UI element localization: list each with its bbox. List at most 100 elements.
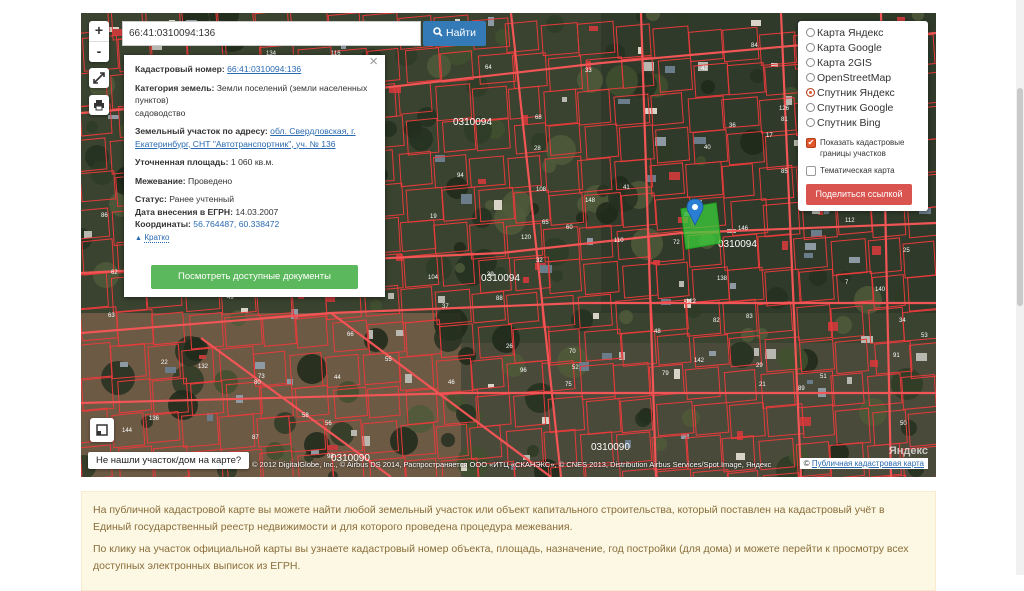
layer-option-label: Карта Google xyxy=(817,42,882,54)
fullscreen-button[interactable] xyxy=(89,68,109,88)
plot-number: 34 xyxy=(899,318,906,324)
building-roof xyxy=(786,96,792,105)
plot-number: 72 xyxy=(673,240,680,246)
plot-number: 132 xyxy=(198,364,209,370)
building-roof xyxy=(730,283,736,289)
building-roof xyxy=(849,257,860,263)
district-label: 0310094 xyxy=(718,239,757,250)
plot-number: 70 xyxy=(569,349,576,355)
building-roof xyxy=(645,108,657,114)
category-label: Категория земель: xyxy=(135,83,214,93)
share-link-button[interactable]: Поделиться ссылкой xyxy=(806,184,912,205)
plot-number: 83 xyxy=(746,314,753,320)
plot-number: 94 xyxy=(457,173,464,179)
layer-radio[interactable] xyxy=(806,88,815,97)
cadastral-number-link[interactable]: 66:41:0310094:136 xyxy=(227,64,301,74)
layer-option[interactable]: Спутник Bing xyxy=(806,115,920,130)
layer-option[interactable]: Карта 2GIS xyxy=(806,55,920,70)
layers-toggle-button[interactable] xyxy=(90,418,114,442)
tree-canopy xyxy=(502,190,532,220)
attribution: © Публичная кадастровая карта xyxy=(800,458,928,469)
close-icon[interactable]: × xyxy=(369,56,378,69)
show-borders-checkbox-row[interactable]: ✔ Показать кадастровые границы участков xyxy=(806,137,920,159)
plot-number: 68 xyxy=(535,115,542,121)
cadastral-number-row: Кадастровый номер: 66:41:0310094:136 xyxy=(135,63,374,76)
search-button[interactable]: Найти xyxy=(423,21,486,46)
plot-number: 28 xyxy=(534,146,541,152)
collapse-toggle[interactable]: ▲ Кратко xyxy=(135,231,374,246)
collapse-link[interactable]: Кратко xyxy=(144,233,169,243)
layer-radio[interactable] xyxy=(806,43,815,52)
plot-number: 82 xyxy=(713,318,720,324)
coordinates-value[interactable]: 56.764487, 60.338472 xyxy=(193,219,279,229)
address-label: Земельный участок по адресу: xyxy=(135,126,268,136)
district-label: 0310090 xyxy=(591,442,630,453)
attribution-prefix: © xyxy=(804,459,810,468)
zoom-out-button[interactable]: - xyxy=(89,41,109,62)
tree-canopy xyxy=(750,69,764,83)
plot-number: 55 xyxy=(385,357,392,363)
building-roof xyxy=(694,137,706,144)
layer-option-label: Спутник Bing xyxy=(817,117,881,129)
building-roof xyxy=(562,97,567,102)
view-documents-button[interactable]: Посмотреть доступные документы xyxy=(151,265,358,289)
egrn-date-row: Дата внесения в ЕГРН: 14.03.2007 xyxy=(135,206,374,219)
thematic-checkbox-row[interactable]: Тематическая карта xyxy=(806,165,920,176)
building-roof xyxy=(108,115,119,119)
tree-canopy xyxy=(485,200,495,210)
building-roof xyxy=(405,374,412,383)
plot-number: 36 xyxy=(729,123,736,129)
page-scrollbar[interactable] xyxy=(1016,0,1024,575)
layer-radio[interactable] xyxy=(806,103,815,112)
scrollbar-thumb[interactable] xyxy=(1017,88,1023,306)
plot-number: 37 xyxy=(442,304,449,310)
building-roof xyxy=(737,431,743,440)
area-row: Уточненная площадь: 1 060 кв.м. xyxy=(135,156,374,169)
building-roof xyxy=(199,355,206,359)
not-found-button[interactable]: Не нашли участок/дом на карте? xyxy=(88,452,249,469)
notice-paragraph-2: По клику на участок официальной карты вы… xyxy=(93,541,924,574)
layer-radio[interactable] xyxy=(806,73,815,82)
layer-radio[interactable] xyxy=(806,118,815,127)
plot-number: 46 xyxy=(448,380,455,386)
layer-option[interactable]: Спутник Google xyxy=(806,100,920,115)
layer-option[interactable]: Карта Яндекс xyxy=(806,25,920,40)
plot-number: 75 xyxy=(565,382,572,388)
tree-canopy xyxy=(682,409,700,427)
layer-option[interactable]: Карта Google xyxy=(806,40,920,55)
thematic-checkbox[interactable] xyxy=(806,166,816,176)
cadastral-search-input[interactable]: 66:41:0310094:136 xyxy=(122,21,421,46)
status-row: Статус: Ранее учтенный xyxy=(135,193,374,206)
layer-option[interactable]: Спутник Яндекс xyxy=(806,85,920,100)
layer-radio[interactable] xyxy=(806,28,815,37)
status-value: Ранее учтенный xyxy=(169,194,234,204)
layer-option[interactable]: OpenStreetMap xyxy=(806,70,920,85)
building-roof xyxy=(847,377,852,384)
cadastral-map[interactable]: 4244464822242628303234363840505254565860… xyxy=(81,13,936,477)
print-button[interactable] xyxy=(89,95,109,115)
yandex-logo: Яндекс xyxy=(889,445,928,457)
layer-radio[interactable] xyxy=(806,58,815,67)
layer-option-label: Карта 2GIS xyxy=(817,57,872,69)
land-category-row: Категория земель: Земли поселений (земли… xyxy=(135,82,374,120)
plot-number: 32 xyxy=(536,258,543,264)
plot-number: 50 xyxy=(900,421,907,427)
attribution-link[interactable]: Публичная кадастровая карта xyxy=(812,459,924,468)
plot-number: 84 xyxy=(751,43,758,49)
show-borders-checkbox[interactable]: ✔ xyxy=(806,138,816,148)
building-roof xyxy=(916,353,927,361)
tree-canopy xyxy=(409,127,433,151)
building-roof xyxy=(800,417,811,426)
plot-number: 62 xyxy=(111,270,118,276)
plot-number: 136 xyxy=(149,416,160,422)
tree-canopy xyxy=(434,324,462,352)
building-roof xyxy=(255,362,265,369)
zoom-in-button[interactable]: + xyxy=(89,21,109,41)
tree-canopy xyxy=(337,381,359,403)
building-roof xyxy=(805,243,816,250)
plot-number: 80 xyxy=(254,380,261,386)
plot-number: 91 xyxy=(893,353,900,359)
plot-number: 87 xyxy=(252,435,259,441)
info-notice: На публичной кадастровой карте вы можете… xyxy=(81,491,936,591)
tree-canopy xyxy=(696,156,706,166)
